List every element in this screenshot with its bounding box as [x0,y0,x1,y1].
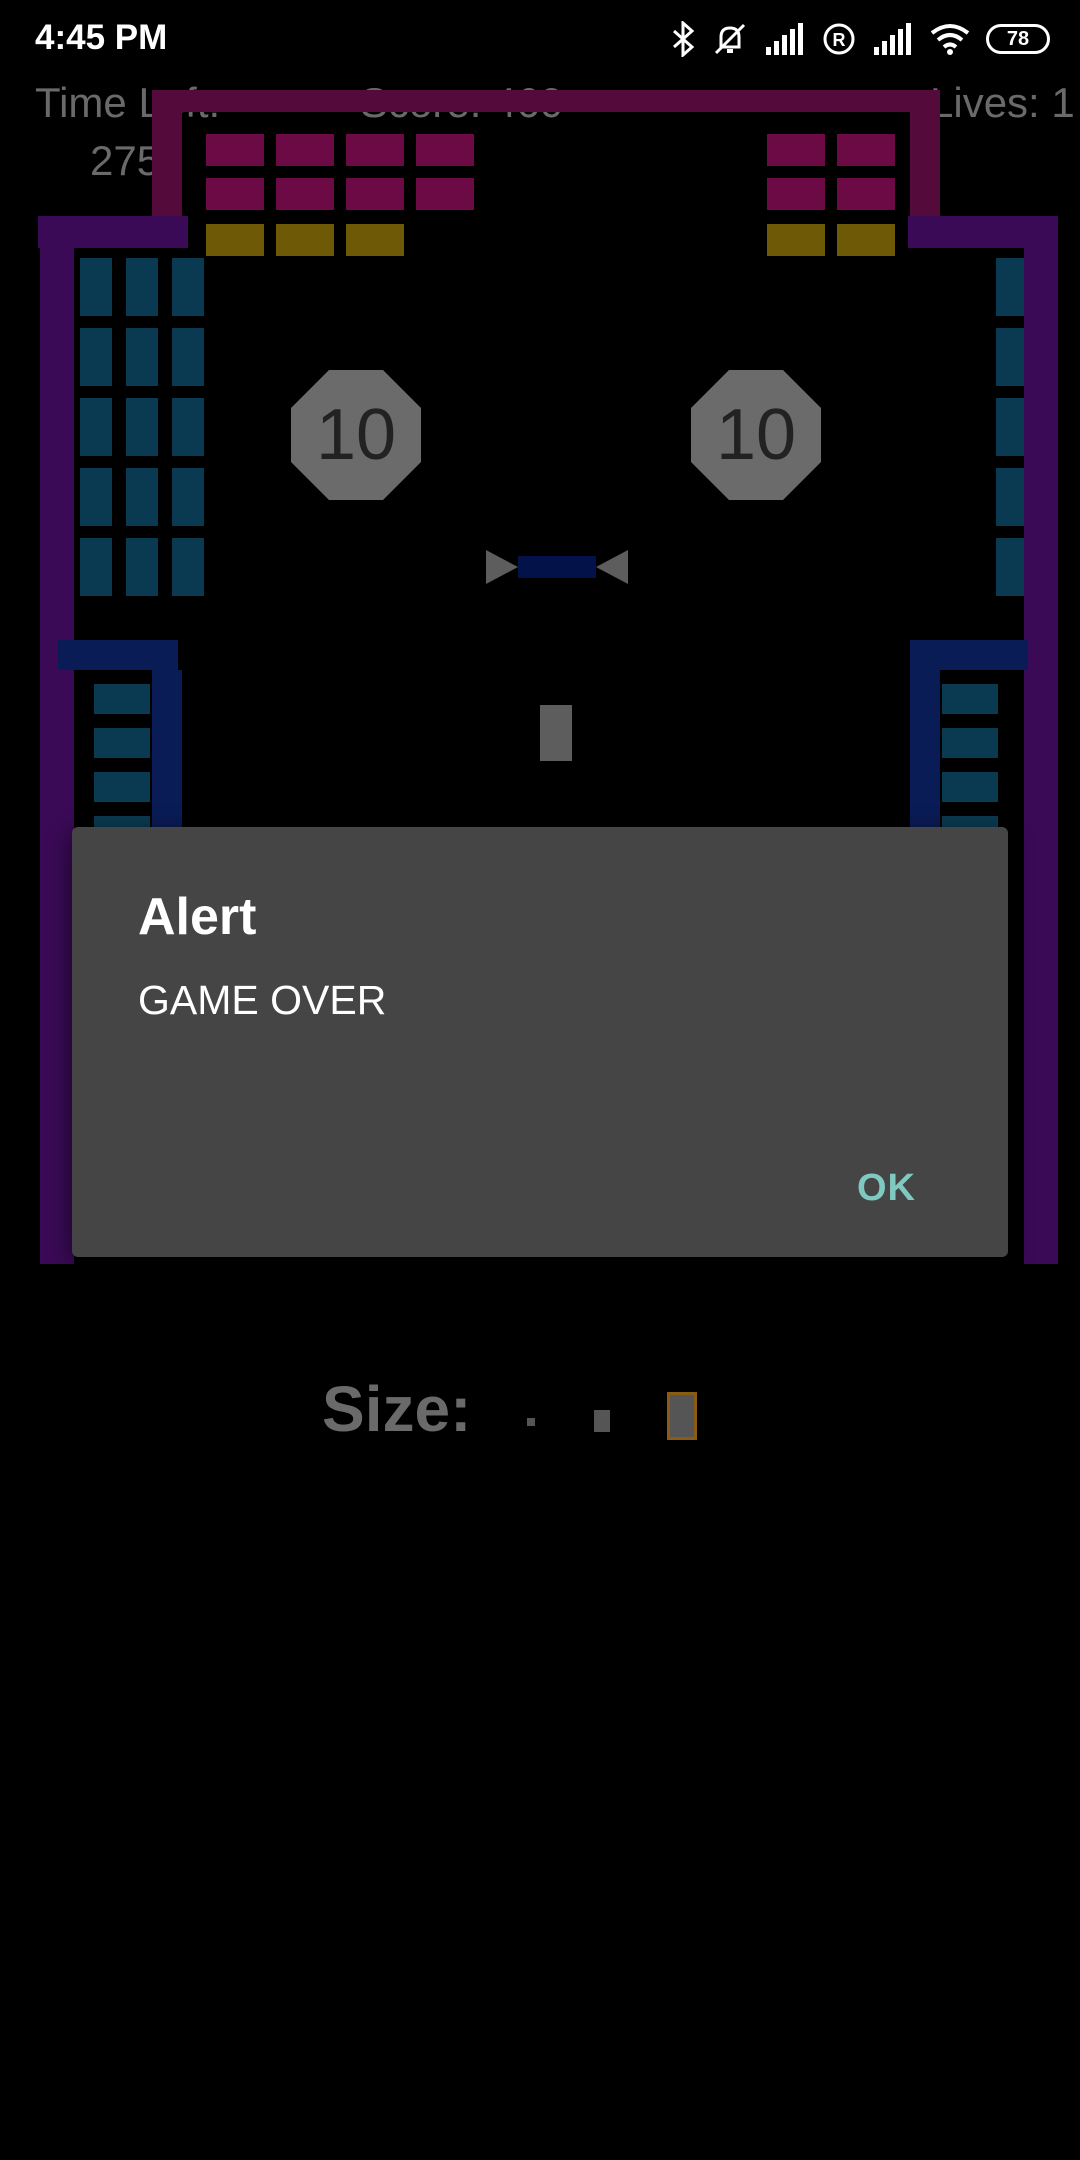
brick [172,468,204,526]
brick [996,258,1024,316]
brick [767,224,825,256]
brick [767,134,825,166]
signal-icon [766,23,803,55]
battery-icon: 78 [986,24,1050,54]
bumper-right: 10 [691,370,821,500]
brick [126,538,158,596]
brick [346,178,404,210]
brick [94,684,150,714]
brick [126,328,158,386]
right-blue-ledge [910,640,1028,670]
brick [206,178,264,210]
ball [540,705,572,761]
brick [996,468,1024,526]
bumper-left: 10 [291,370,421,500]
signal-icon [874,23,911,55]
top-left-wall [152,90,182,220]
brick [942,684,998,714]
brick [996,328,1024,386]
registered-icon: R [823,23,855,55]
brick [206,134,264,166]
brick [80,258,112,316]
brick [416,178,474,210]
size-small-option[interactable] [527,1418,535,1426]
silent-icon [714,23,746,55]
brick [126,258,158,316]
brick [172,538,204,596]
size-label: Size: [322,1373,472,1445]
status-bar: 4:45 PM R 78 [0,0,1080,80]
svg-text:R: R [833,30,846,50]
bumper-value: 10 [715,395,797,475]
brick [276,178,334,210]
left-blue-ledge [58,640,178,670]
brick [80,328,112,386]
left-wall [40,216,74,1264]
brick [126,398,158,456]
bumper-value: 10 [315,395,397,475]
right-wall [1024,216,1058,1264]
size-medium-option[interactable] [594,1410,610,1432]
brick [80,468,112,526]
wifi-icon [930,24,970,55]
alert-dialog: Alert GAME OVER OK [72,827,1008,1257]
brick [276,224,334,256]
brick [94,728,150,758]
ok-button[interactable]: OK [845,1157,928,1220]
brick [80,398,112,456]
brick [346,224,404,256]
brick [126,468,158,526]
status-icons: R 78 [670,14,1050,64]
brick [767,178,825,210]
brick [942,772,998,802]
brick [94,772,150,802]
brick [172,258,204,316]
top-right-wall [910,90,940,220]
brick [996,538,1024,596]
brick [837,134,895,166]
brick [206,224,264,256]
brick [837,178,895,210]
bowtie-obstacle [486,550,628,584]
size-large-option[interactable] [667,1392,697,1440]
brick [996,398,1024,456]
bluetooth-icon [673,21,695,57]
dialog-message: GAME OVER [138,977,387,1023]
brick [172,328,204,386]
brick [837,224,895,256]
top-wall [152,90,932,112]
brick [346,134,404,166]
brick [172,398,204,456]
right-blue-post [910,670,940,830]
brick [276,134,334,166]
left-blue-post [152,670,182,830]
brick [80,538,112,596]
brick [942,728,998,758]
status-time: 4:45 PM [35,18,168,57]
brick [416,134,474,166]
dialog-title: Alert [138,888,257,946]
battery-level: 78 [1006,27,1030,50]
